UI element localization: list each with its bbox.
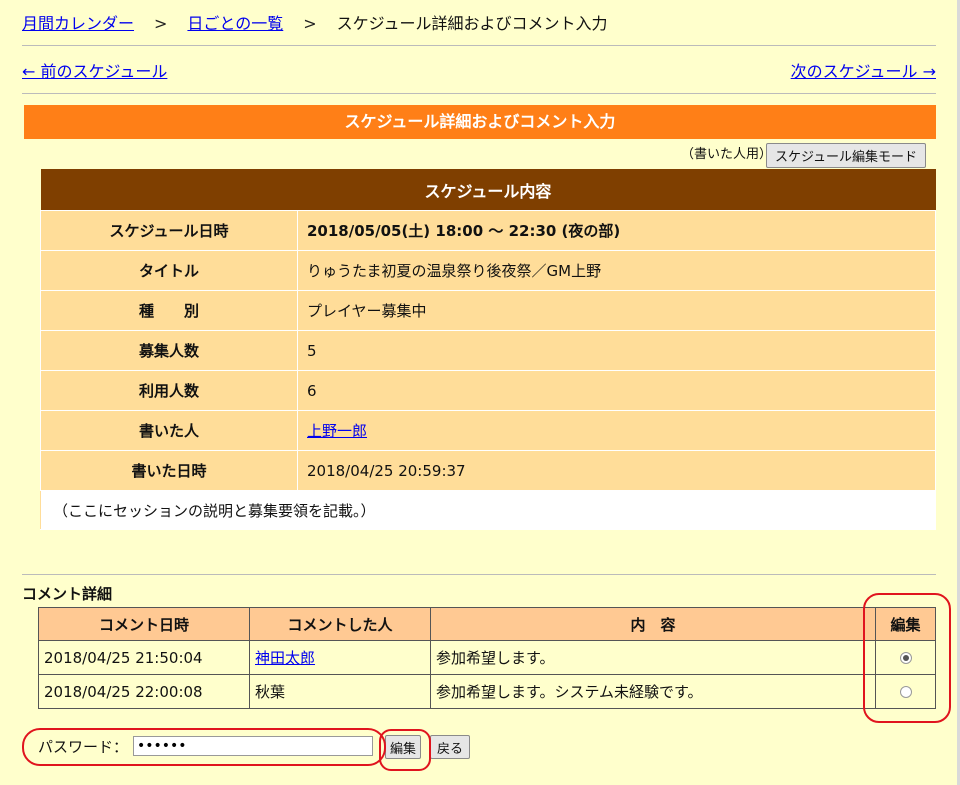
schedule-edit-mode-button[interactable]: スケジュール編集モード — [766, 143, 926, 168]
writer-note: （書いた人用） — [681, 147, 773, 162]
password-input[interactable] — [133, 736, 373, 756]
schedule-row-recruit-count: 募集人数 5 — [40, 330, 936, 371]
breadcrumb-daily-list[interactable]: 日ごとの一覧 — [187, 14, 283, 33]
author-link[interactable]: 上野一郎 — [307, 422, 367, 440]
schedule-title: りゅうたま初夏の温泉祭り後夜祭／GM上野 — [297, 250, 936, 291]
schedule-table: スケジュール内容 スケジュール日時 2018/05/05(土) 18:00 ～ … — [40, 169, 936, 530]
divider — [22, 45, 936, 46]
comment-content: 参加希望します。システム未経験です。 — [430, 674, 876, 709]
schedule-row-datetime: スケジュール日時 2018/05/05(土) 18:00 ～ 22:30 (夜の… — [40, 210, 936, 251]
breadcrumb: 月間カレンダー > 日ごとの一覧 > スケジュール詳細およびコメント入力 — [22, 12, 608, 36]
row-label: 募集人数 — [40, 330, 298, 371]
commenter-link[interactable]: 神田太郎 — [255, 649, 315, 667]
back-button[interactable]: 戻る — [430, 735, 470, 759]
comment-table-header: コメント日時 コメントした人 内 容 編集 — [38, 607, 936, 641]
breadcrumb-separator: > — [303, 14, 317, 33]
edit-button[interactable]: 編集 — [385, 735, 421, 759]
schedule-row-user-count: 利用人数 6 — [40, 370, 936, 411]
schedule-written-at: 2018/04/25 20:59:37 — [297, 450, 936, 491]
schedule-row-type: 種 別 プレイヤー募集中 — [40, 290, 936, 331]
schedule-row-title: タイトル りゅうたま初夏の温泉祭り後夜祭／GM上野 — [40, 250, 936, 291]
prev-schedule-link[interactable]: ← 前のスケジュール — [22, 58, 167, 82]
edit-select-radio[interactable] — [899, 652, 912, 664]
comment-date: 2018/04/25 21:50:04 — [38, 640, 250, 675]
row-label: 利用人数 — [40, 370, 298, 411]
schedule-row-author: 書いた人 上野一郎 — [40, 410, 936, 451]
row-label: 種 別 — [40, 290, 298, 331]
password-label: パスワード： — [38, 738, 129, 756]
col-edit: 編集 — [875, 607, 936, 641]
comment-date: 2018/04/25 22:00:08 — [38, 674, 250, 709]
commenter-cell: 神田太郎 — [249, 640, 431, 675]
breadcrumb-monthly-calendar[interactable]: 月間カレンダー — [22, 14, 134, 33]
col-commenter: コメントした人 — [249, 607, 431, 641]
divider — [22, 574, 936, 575]
schedule-recruit-count: 5 — [297, 330, 936, 371]
edit-select-radio[interactable] — [899, 686, 912, 698]
table-row: 2018/04/25 22:00:08 秋葉 参加希望します。システム未経験です… — [38, 674, 936, 709]
col-comment-date: コメント日時 — [38, 607, 250, 641]
commenter: 秋葉 — [249, 674, 431, 709]
row-label: タイトル — [40, 250, 298, 291]
schedule-description: （ここにセッションの説明と募集要領を記載。） — [40, 490, 936, 530]
divider — [22, 93, 936, 94]
schedule-type: プレイヤー募集中 — [297, 290, 936, 331]
page-title: スケジュール詳細およびコメント入力 — [24, 105, 936, 139]
schedule-table-heading: スケジュール内容 — [40, 169, 936, 211]
schedule-author-cell: 上野一郎 — [297, 410, 936, 451]
table-row: 2018/04/25 21:50:04 神田太郎 参加希望します。 — [38, 640, 936, 675]
schedule-user-count: 6 — [297, 370, 936, 411]
col-content: 内 容 — [430, 607, 876, 641]
edit-radio-cell — [875, 640, 936, 675]
row-label: 書いた人 — [40, 410, 298, 451]
edit-radio-cell — [875, 674, 936, 709]
row-label: 書いた日時 — [40, 450, 298, 491]
breadcrumb-current: スケジュール詳細およびコメント入力 — [336, 14, 608, 33]
next-schedule-link[interactable]: 次のスケジュール → — [791, 58, 936, 82]
comment-content: 参加希望します。 — [430, 640, 876, 675]
row-label: スケジュール日時 — [40, 210, 298, 251]
schedule-row-written-at: 書いた日時 2018/04/25 20:59:37 — [40, 450, 936, 491]
comment-table: コメント日時 コメントした人 内 容 編集 2018/04/25 21:50:0… — [38, 607, 936, 709]
comment-section-heading: コメント詳細 — [22, 585, 113, 603]
breadcrumb-separator: > — [154, 14, 168, 33]
schedule-datetime: 2018/05/05(土) 18:00 ～ 22:30 (夜の部) — [297, 210, 936, 251]
